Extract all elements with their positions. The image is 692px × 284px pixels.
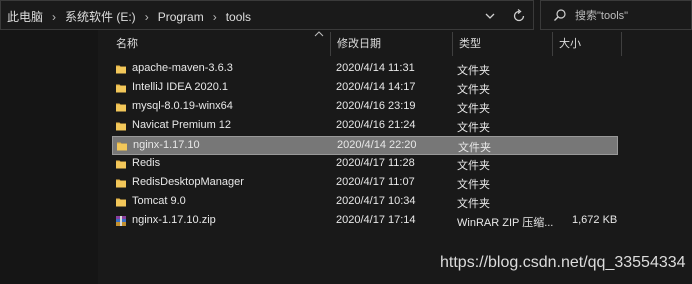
file-row[interactable]: Navicat Premium 12 2020/4/16 21:24 文件夹	[112, 117, 618, 136]
file-type: 文件夹	[457, 160, 490, 172]
file-date: 2020/4/17 10:34	[336, 195, 416, 207]
file-row[interactable]: IntelliJ IDEA 2020.1 2020/4/14 14:17 文件夹	[112, 79, 618, 98]
breadcrumb-this-pc[interactable]: 此电脑	[7, 8, 43, 25]
file-type: WinRAR ZIP 压缩...	[457, 217, 554, 229]
file-type: 文件夹	[457, 122, 490, 134]
file-date: 2020/4/17 11:07	[336, 176, 415, 188]
folder-icon	[112, 79, 130, 97]
breadcrumb-drive-e[interactable]: 系统软件 (E:)	[65, 8, 136, 25]
file-type: 文件夹	[457, 84, 490, 96]
chevron-right-icon[interactable]: ›	[213, 11, 217, 23]
file-row[interactable]: nginx-1.17.10.zip 2020/4/17 17:14 WinRAR Z…	[112, 212, 618, 231]
file-type: 文件夹	[457, 65, 490, 77]
file-row[interactable]: Tomcat 9.0 2020/4/17 10:34 文件夹	[112, 193, 618, 212]
column-header-size[interactable]: 大小	[553, 30, 619, 58]
file-row[interactable]: RedisDesktopManager 2020/4/17 11:07 文件夹	[112, 174, 618, 193]
folder-icon	[112, 155, 130, 173]
file-name: IntelliJ IDEA 2020.1	[132, 81, 229, 93]
file-name: RedisDesktopManager	[132, 176, 244, 188]
file-row[interactable]: Redis 2020/4/17 11:28 文件夹	[112, 155, 618, 174]
file-name: Redis	[132, 157, 161, 169]
file-size: 1,672 KB	[572, 214, 618, 226]
file-date: 2020/4/17 17:14	[336, 214, 416, 226]
column-divider[interactable]	[621, 32, 622, 56]
chevron-right-icon[interactable]: ›	[145, 11, 149, 23]
file-date: 2020/4/17 11:28	[336, 157, 415, 169]
file-name: apache-maven-3.6.3	[132, 62, 233, 74]
file-name: Navicat Premium 12	[132, 119, 232, 131]
navigation-pane[interactable]	[0, 30, 98, 284]
breadcrumb-program[interactable]: Program	[158, 10, 204, 24]
file-date: 2020/4/16 23:19	[336, 100, 416, 112]
winrar-archive-icon	[112, 212, 130, 230]
column-header-row: 名称 修改日期 类型 大小	[98, 30, 692, 58]
file-date: 2020/4/14 14:17	[336, 81, 416, 93]
file-type: 文件夹	[458, 142, 491, 154]
watermark: https://blog.csdn.net/qq_33554334	[440, 254, 686, 271]
search-box[interactable]	[540, 0, 692, 30]
column-header-name[interactable]: 名称	[110, 30, 328, 58]
file-date: 2020/4/14 11:31	[336, 62, 415, 74]
folder-icon	[112, 60, 130, 78]
file-row[interactable]: mysql-8.0.19-winx64 2020/4/16 23:19 文件夹	[112, 98, 618, 117]
column-header-type[interactable]: 类型	[453, 30, 551, 58]
refresh-icon[interactable]	[510, 7, 528, 25]
search-input[interactable]	[575, 7, 683, 25]
folder-icon	[113, 137, 131, 155]
column-header-date[interactable]: 修改日期	[331, 30, 451, 58]
folder-icon	[112, 174, 130, 192]
file-name: mysql-8.0.19-winx64	[132, 100, 233, 112]
file-row[interactable]: apache-maven-3.6.3 2020/4/14 11:31 文件夹	[112, 60, 618, 79]
file-type: 文件夹	[457, 103, 490, 115]
file-name: Tomcat 9.0	[132, 195, 186, 207]
breadcrumb: 此电脑 › 系统软件 (E:) › Program › tools	[7, 8, 251, 25]
file-date: 2020/4/14 22:20	[337, 139, 417, 151]
file-date: 2020/4/16 21:24	[336, 119, 416, 131]
file-type: 文件夹	[457, 198, 490, 210]
file-name: nginx-1.17.10.zip	[132, 214, 216, 226]
file-name: nginx-1.17.10	[133, 139, 200, 151]
chevron-down-icon[interactable]	[483, 9, 497, 23]
search-icon	[554, 9, 566, 21]
folder-icon	[112, 117, 130, 135]
folder-icon	[112, 193, 130, 211]
file-type: 文件夹	[457, 179, 490, 191]
address-bar[interactable]: 此电脑 › 系统软件 (E:) › Program › tools	[0, 0, 534, 30]
folder-icon	[112, 98, 130, 116]
breadcrumb-tools[interactable]: tools	[226, 10, 251, 24]
file-row[interactable]: nginx-1.17.10 2020/4/14 22:20 文件夹	[112, 136, 618, 155]
chevron-right-icon[interactable]: ›	[52, 11, 56, 23]
